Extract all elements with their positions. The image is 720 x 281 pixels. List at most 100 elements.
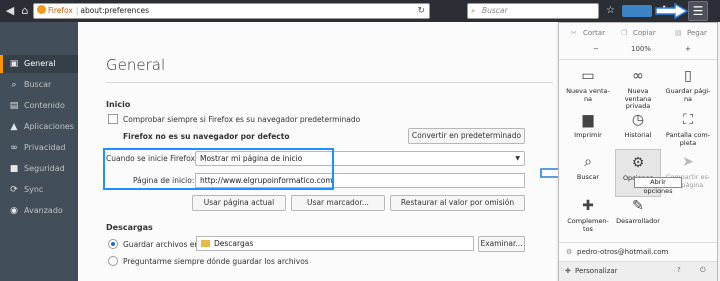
url-text: about:preferences [80, 6, 150, 15]
default-browser-check-label: Comprobar siempre si Firefox es su naveg… [123, 115, 361, 124]
fullscreen-icon: ⛶ [683, 112, 693, 128]
chevron-down-icon: ▼ [515, 155, 520, 162]
sidebar-item-label: Buscar [24, 80, 52, 89]
menu-panel: ✂ Cortar ❐ Copiar ▤ Pegar − 100% + ▭ Nue… [558, 22, 718, 281]
search-placeholder: Buscar [482, 6, 508, 15]
sync-account-item[interactable]: ⚙ pedro-otros@hotmail.com [561, 245, 715, 259]
panel-item-label: Buscar [576, 173, 600, 181]
advanced-icon: ◉ [10, 206, 18, 216]
section-heading-inicio: Inicio [106, 100, 131, 109]
applications-icon: ▲ [10, 122, 18, 132]
sidebar-item-label: Sync [24, 185, 44, 194]
help-icon[interactable]: ? [677, 266, 681, 274]
print-icon: ▆ [582, 112, 594, 128]
quit-icon[interactable]: ⏻ [700, 266, 706, 275]
history-clock-icon: ◷ [631, 112, 645, 128]
use-bookmark-button[interactable]: Usar marcador... [291, 195, 385, 211]
sidebar-item-label: Contenido [24, 101, 65, 110]
browse-button[interactable]: Examinar... [478, 236, 525, 252]
panel-item-save-page[interactable]: ▯ Guardar pági- na [665, 63, 711, 111]
customize-button[interactable]: Personalizar [575, 267, 618, 275]
title-divider [106, 82, 553, 83]
sidebar-item-buscar[interactable]: ⌕ Buscar [0, 76, 78, 94]
edit-controls: ✂ Cortar ❐ Copiar ▤ Pegar [563, 25, 713, 41]
back-arrow-icon[interactable]: ◀ [3, 4, 17, 18]
always-ask-radio[interactable] [108, 256, 118, 266]
panel-footer: ✚ Personalizar ? ⏻ [559, 261, 717, 281]
security-lock-icon: ■ [9, 164, 19, 174]
account-icon: ⚙ [566, 248, 573, 256]
panel-item-developer[interactable]: ✎ Desarrollador [615, 193, 661, 241]
annotation-arrow-menu [655, 2, 689, 20]
sidebar-item-avanzado[interactable]: ◉ Avanzado [0, 202, 78, 220]
sidebar-item-label: Privacidad [24, 143, 66, 152]
make-default-button[interactable]: Convertir en predeterminado [408, 128, 525, 144]
panel-divider [559, 59, 717, 60]
addons-puzzle-icon: ✚ [582, 198, 594, 214]
reload-icon[interactable]: ↻ [417, 4, 425, 18]
copy-button[interactable]: Copiar [633, 29, 656, 37]
paste-button[interactable]: Pegar [687, 29, 707, 37]
sidebar-item-general[interactable]: ▣ General [0, 55, 78, 73]
panel-item-label: Desarrollador [616, 217, 660, 225]
panel-item-fullscreen[interactable]: ⛶ Pantalla com- pleta [665, 107, 711, 155]
cut-button[interactable]: Cortar [583, 29, 605, 37]
zoom-controls: − 100% + [563, 43, 713, 57]
customize-icon: ✚ [565, 267, 571, 275]
options-tooltip: Abrir opciones [634, 177, 682, 195]
save-page-icon: ▯ [684, 68, 692, 84]
panel-item-addons[interactable]: ✚ Complemen- tos [565, 193, 611, 241]
sidebar-item-label: Seguridad [24, 164, 65, 173]
folder-icon [201, 240, 210, 247]
sync-account-icon[interactable] [622, 5, 652, 17]
sidebar-item-contenido[interactable]: ▤ Contenido [0, 97, 78, 115]
browser-toolbar: ◀ ⌂ Firefox | about:preferences ↻ ⌕ Buscar… [0, 0, 720, 22]
sidebar-item-sync[interactable]: ⟳ Sync [0, 181, 78, 199]
zoom-out-button[interactable]: − [593, 45, 599, 53]
panel-item-label: Historial [624, 131, 652, 139]
firefox-logo-icon [37, 5, 46, 14]
find-icon: ⌕ [584, 154, 592, 170]
new-window-icon: ▭ [581, 68, 595, 84]
url-separator: | [75, 6, 79, 15]
search-icon: ⌕ [471, 6, 476, 15]
developer-wrench-icon: ✎ [632, 198, 644, 214]
annotation-highlight-box [103, 148, 334, 190]
zoom-in-button[interactable]: + [685, 45, 691, 53]
panel-item-history[interactable]: ◷ Historial [615, 107, 661, 155]
page-title: General [106, 56, 166, 74]
open-menu-button[interactable]: ☰ [688, 1, 708, 21]
paste-icon: ▤ [675, 29, 682, 37]
restore-default-button[interactable]: Restaurar al valor por omisión [390, 195, 525, 211]
zoom-level[interactable]: 100% [631, 45, 651, 53]
panel-item-label: Guardar pági- na [665, 87, 711, 103]
panel-item-new-window[interactable]: ▭ Nueva venta- na [565, 63, 611, 111]
not-default-text: Firefox no es su navegador por defecto [123, 132, 290, 141]
home-icon[interactable]: ⌂ [18, 4, 32, 18]
sidebar-item-label: Aplicaciones [24, 122, 74, 131]
bookmark-star-icon[interactable]: ☆ [606, 4, 615, 18]
search-input[interactable]: ⌕ Buscar [467, 3, 599, 19]
panel-divider [559, 242, 717, 243]
save-to-radio[interactable] [108, 239, 118, 249]
url-bar[interactable]: Firefox | about:preferences ↻ [33, 3, 430, 19]
identity-label: Firefox [48, 6, 73, 15]
sidebar-item-seguridad[interactable]: ■ Seguridad [0, 160, 78, 178]
panel-item-label: Imprimir [574, 131, 602, 139]
use-current-page-button[interactable]: Usar página actual [192, 195, 286, 211]
sidebar-item-aplicaciones[interactable]: ▲ Aplicaciones [0, 118, 78, 136]
sidebar-item-label: Avanzado [24, 206, 63, 215]
privacy-mask-icon: ∞ [10, 143, 18, 153]
panel-item-private-window[interactable]: ∞ Nueva ventana privada [615, 63, 661, 111]
options-gear-icon: ⚙ [631, 155, 645, 171]
panel-item-label: Complemen- tos [567, 217, 609, 233]
panel-item-find[interactable]: ⌕ Buscar [565, 149, 611, 197]
panel-item-label: Pantalla com- pleta [665, 131, 711, 147]
default-browser-checkbox[interactable] [108, 114, 118, 124]
private-mask-icon: ∞ [632, 68, 644, 84]
account-email: pedro-otros@hotmail.com [577, 248, 669, 256]
content-icon: ▤ [9, 101, 19, 111]
cut-icon: ✂ [571, 29, 577, 37]
sidebar-item-privacidad[interactable]: ∞ Privacidad [0, 139, 78, 157]
panel-item-print[interactable]: ▆ Imprimir [565, 107, 611, 155]
